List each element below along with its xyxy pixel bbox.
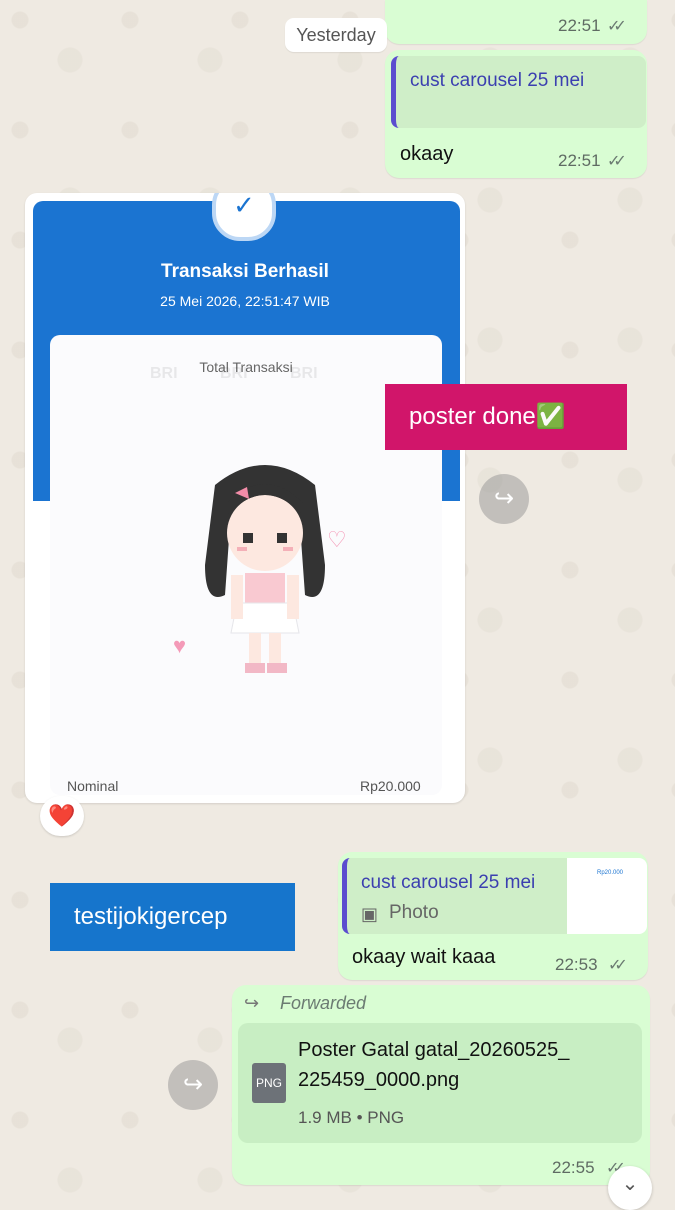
thumbnail-amount: Rp20.000 <box>597 870 624 876</box>
message-time: 22:53 <box>555 955 598 974</box>
forward-button[interactable]: ↪ <box>479 474 529 524</box>
forward-button[interactable]: ↪ <box>168 1060 218 1110</box>
reaction-badge[interactable]: ❤️ <box>40 796 84 836</box>
bank-watermark: BRI <box>150 365 178 382</box>
heart-reaction-icon: ❤️ <box>48 803 76 828</box>
message-text: okaay <box>400 143 454 165</box>
nominal-value: Rp20.000 <box>360 778 421 794</box>
quoted-message[interactable]: cust carousel 25 mei <box>391 56 646 128</box>
sticker-poster-done: poster done✅ <box>385 384 627 450</box>
image-message[interactable]: ✓ Transaksi Berhasil 25 Mei 2026, 22:51:… <box>25 193 465 803</box>
pixel-character-illustration <box>205 465 325 673</box>
read-receipt-icon: ✓✓ <box>607 153 627 170</box>
scroll-to-bottom-button[interactable]: ⌄ <box>608 1166 652 1210</box>
forward-icon: ↪ <box>182 1071 204 1098</box>
message-time: 22:55 <box>552 1158 595 1177</box>
quoted-message-subtitle: Photo <box>389 902 439 923</box>
quoted-message-title: cust carousel 25 mei <box>361 872 536 893</box>
file-name: 225459_0000.png <box>298 1069 460 1091</box>
message-bubble-reply[interactable]: cust carousel 25 mei okaay 22:51 ✓✓ <box>385 50 647 178</box>
quoted-message-title: cust carousel 25 mei <box>410 70 585 91</box>
document-card[interactable]: PNG Poster Gatal gatal_20260525_ 225459_… <box>238 1023 642 1143</box>
heart-outline-icon: ♡ <box>327 527 347 552</box>
check-circle-icon: ✓ <box>212 193 276 241</box>
forwarded-icon: ↪ <box>244 993 260 1013</box>
receipt-title: Transaksi Berhasil <box>161 261 329 282</box>
forwarded-label: Forwarded <box>280 993 367 1013</box>
png-file-icon: PNG <box>252 1063 286 1103</box>
heart-icon: ♥ <box>173 633 187 658</box>
message-bubble-top[interactable]: 22:51 ✓✓ <box>385 0 647 44</box>
read-receipt-icon: ✓✓ <box>608 957 628 974</box>
file-meta: 1.9 MB • PNG <box>298 1108 405 1127</box>
file-name: Poster Gatal gatal_20260525_ <box>298 1039 570 1061</box>
bank-watermark: BRI <box>290 365 318 382</box>
receipt-datetime: 25 Mei 2026, 22:51:47 WIB <box>160 293 330 309</box>
quoted-message[interactable]: cust carousel 25 mei ▣ Photo Rp20.000 <box>342 858 647 934</box>
message-time: 22:51 <box>558 16 601 35</box>
sticker-text: poster done✅ <box>409 403 566 430</box>
file-type-label: PNG <box>255 1076 282 1090</box>
bank-watermark: BRI <box>220 365 248 382</box>
chevron-down-icon: ⌄ <box>621 1173 639 1195</box>
sticker-testijokigercep: testijokigercep <box>50 883 295 951</box>
sticker-text: testijokigercep <box>74 903 228 930</box>
message-bubble-reply[interactable]: cust carousel 25 mei ▣ Photo Rp20.000 ok… <box>338 852 648 980</box>
nominal-label: Nominal <box>67 778 119 794</box>
message-text: okaay wait kaaa <box>352 946 496 968</box>
date-separator: Yesterday <box>285 18 387 52</box>
quoted-photo-thumbnail[interactable]: Rp20.000 <box>567 858 647 934</box>
photo-icon: ▣ <box>361 904 379 924</box>
forward-icon: ↪ <box>493 485 515 512</box>
message-time: 22:51 <box>558 151 601 170</box>
read-receipt-icon: ✓✓ <box>607 18 627 35</box>
forwarded-document-message[interactable]: ↪ Forwarded PNG Poster Gatal gatal_20260… <box>232 985 650 1185</box>
